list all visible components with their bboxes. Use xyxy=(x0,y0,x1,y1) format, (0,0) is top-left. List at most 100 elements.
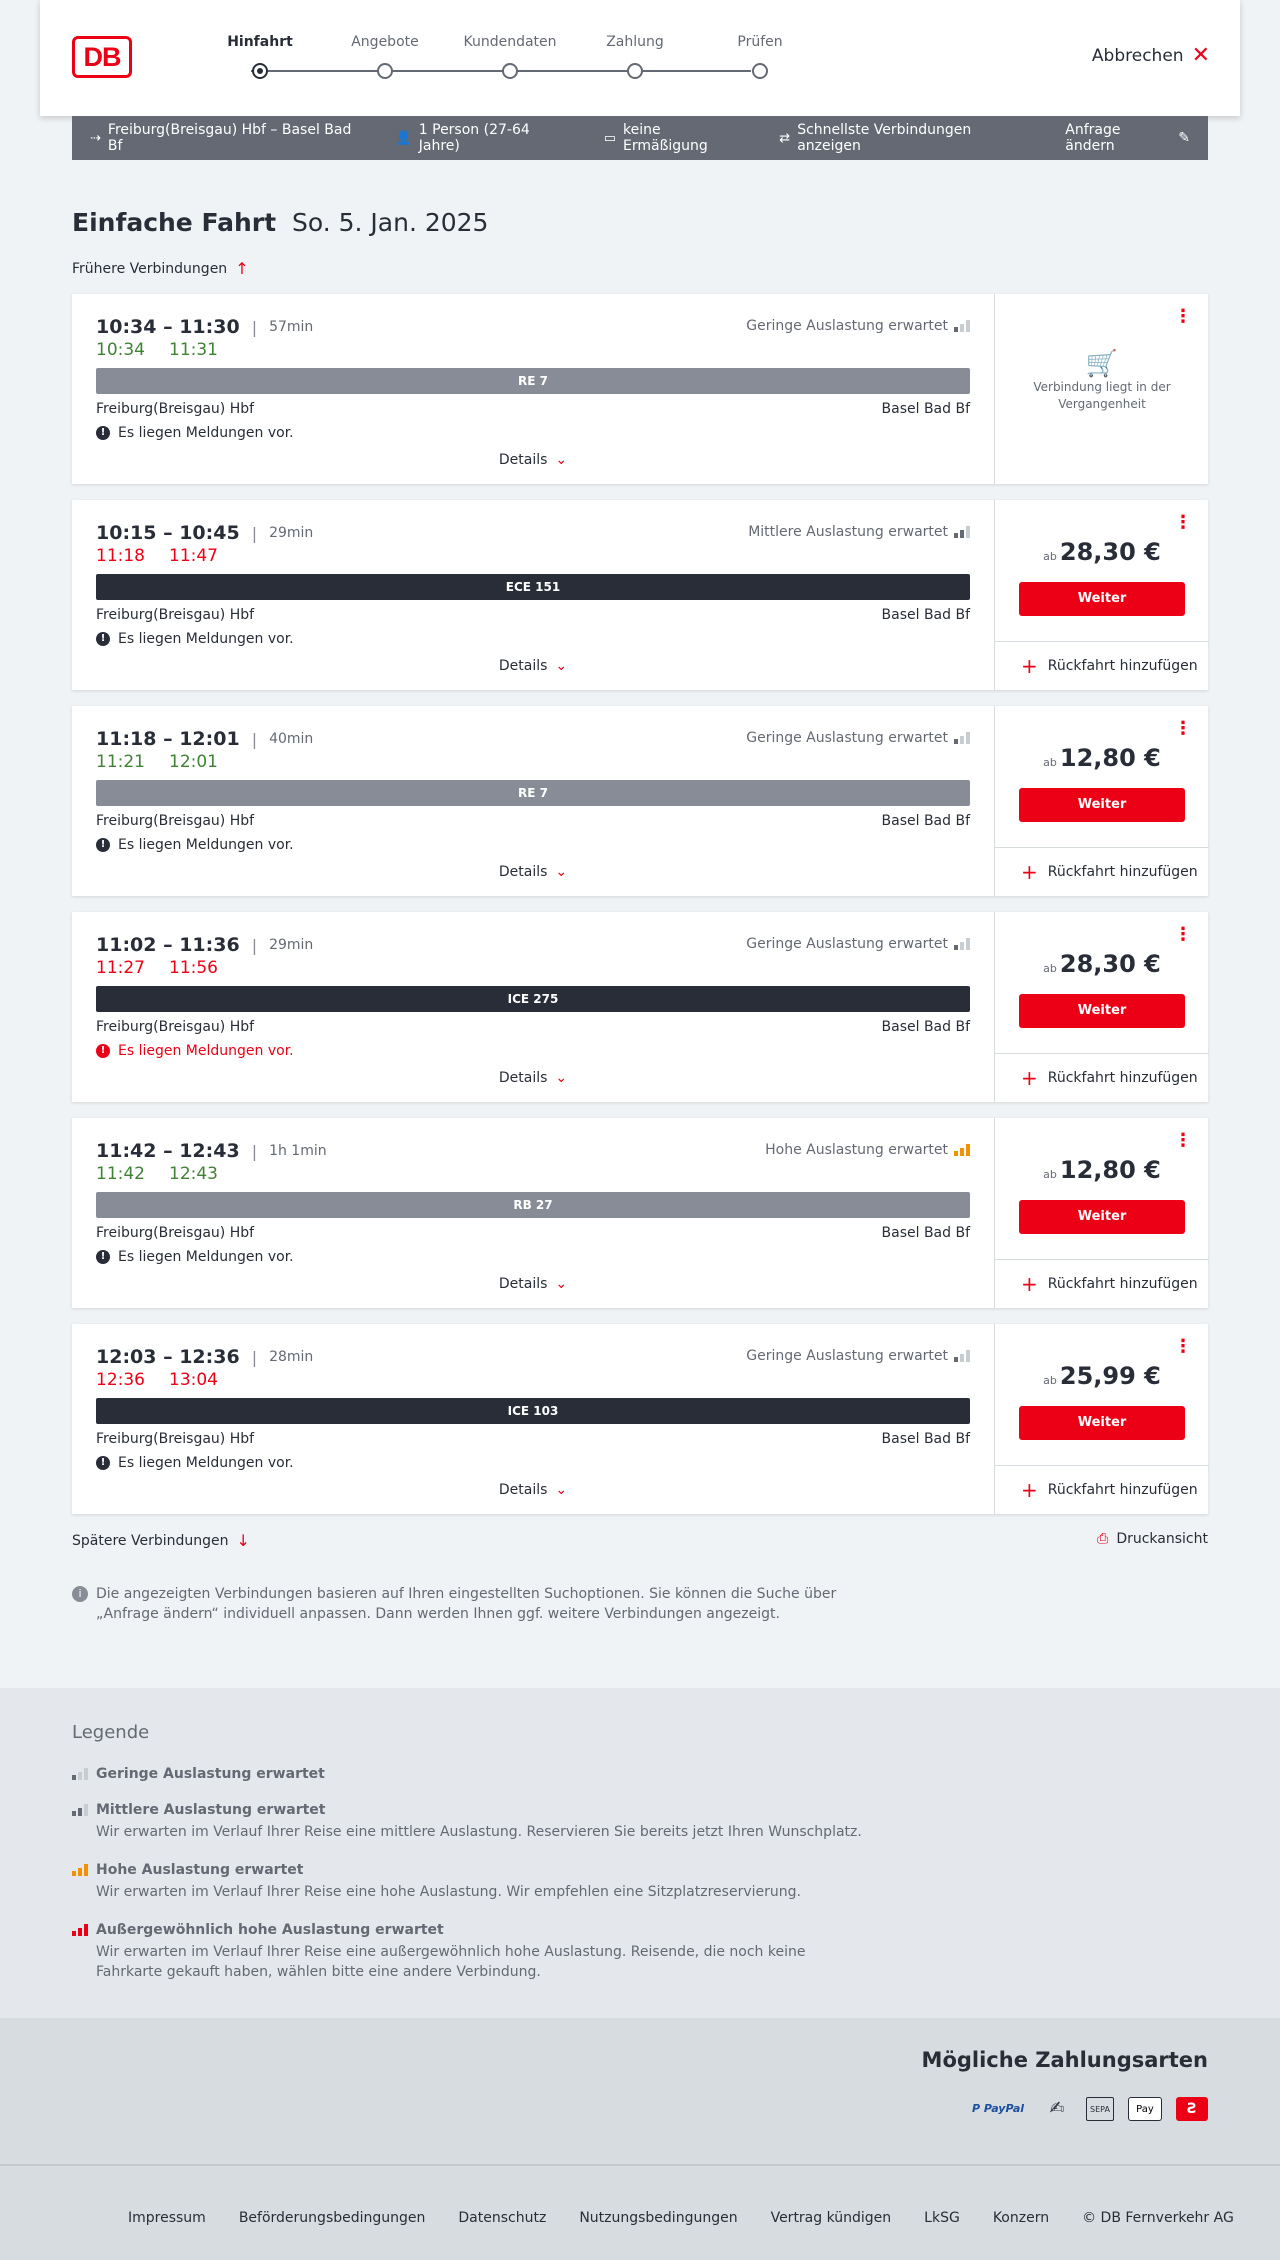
occupancy-info: Mittlere Auslastung erwartet xyxy=(748,524,970,540)
legend-item-desc: Wir erwarten im Verlauf Ihrer Reise eine… xyxy=(96,1824,862,1840)
fastest-label: Schnellste Verbindungen anzeigen xyxy=(797,122,972,154)
train-bar[interactable]: ICE 103 xyxy=(96,1398,970,1424)
footer-link-lksg[interactable]: LkSG xyxy=(924,2210,960,2226)
discount-summary[interactable]: ▭ keine Ermäßigung xyxy=(604,122,746,154)
realtime-arrival: 11:47 xyxy=(169,546,218,566)
connection-card[interactable]: 10:15 – 10:45 | 29min 11:18 11:47 Mittle… xyxy=(72,500,1209,690)
continue-button[interactable]: Weiter xyxy=(1019,1406,1185,1440)
destination-station: Basel Bad Bf xyxy=(881,607,970,623)
add-return-button[interactable]: + Rückfahrt hinzufügen xyxy=(995,1259,1209,1308)
details-toggle[interactable]: Details ⌄ xyxy=(72,452,994,468)
details-toggle[interactable]: Details ⌄ xyxy=(72,1276,994,1292)
details-toggle[interactable]: Details ⌄ xyxy=(72,864,994,880)
disruption-message[interactable]: ! Es liegen Meldungen vor. xyxy=(96,837,294,853)
cancel-button[interactable]: Abbrechen ✕ xyxy=(1092,45,1210,67)
footer-link-impressum[interactable]: Impressum xyxy=(128,2210,206,2226)
realtime-departure: 11:18 xyxy=(96,546,145,566)
more-options-icon[interactable]: ⋮ xyxy=(1174,720,1192,738)
train-bar[interactable]: RB 27 xyxy=(96,1192,970,1218)
details-toggle[interactable]: Details ⌄ xyxy=(72,1070,994,1086)
db-logo[interactable]: DB xyxy=(72,36,132,78)
disruption-message[interactable]: ! Es liegen Meldungen vor. xyxy=(96,1455,294,1471)
connection-card[interactable]: 11:02 – 11:36 | 29min 11:27 11:56 Gering… xyxy=(72,912,1209,1102)
details-label: Details xyxy=(498,1070,548,1086)
step-pruefen[interactable]: Prüfen xyxy=(710,34,810,79)
footer-link-vertrag[interactable]: Vertrag kündigen xyxy=(771,2210,892,2226)
step-hinfahrt[interactable]: Hinfahrt xyxy=(210,34,310,79)
add-return-button[interactable]: + Rückfahrt hinzufügen xyxy=(995,847,1209,896)
payment-methods-section: Mögliche Zahlungsarten P PayPal ✍ SEPA P… xyxy=(0,2018,1280,2164)
train-bar[interactable]: ICE 275 xyxy=(96,986,970,1012)
schedule-times: 11:02 – 11:36 | 29min xyxy=(96,934,313,956)
connection-card[interactable]: 11:18 – 12:01 | 40min 11:21 12:01 Gering… xyxy=(72,706,1209,896)
trip-date: So. 5. Jan. 2025 xyxy=(291,208,489,237)
destination-station: Basel Bad Bf xyxy=(881,1431,970,1447)
alert-icon: ! xyxy=(96,1250,110,1264)
later-connections-link[interactable]: Spätere Verbindungen ↓ xyxy=(72,1531,250,1550)
arrow-up-icon: ↑ xyxy=(235,259,249,278)
step-circle xyxy=(752,63,768,79)
disruption-message[interactable]: ! Es liegen Meldungen vor. xyxy=(96,425,294,441)
occupancy-label: Geringe Auslastung erwartet xyxy=(746,318,948,334)
more-options-icon[interactable]: ⋮ xyxy=(1174,308,1192,326)
more-options-icon[interactable]: ⋮ xyxy=(1174,514,1192,532)
realtime-arrival: 13:04 xyxy=(169,1370,218,1390)
details-toggle[interactable]: Details ⌄ xyxy=(72,658,994,674)
earlier-connections-link[interactable]: Frühere Verbindungen ↑ xyxy=(72,259,249,278)
disruption-message[interactable]: ! Es liegen Meldungen vor. xyxy=(96,1249,294,1265)
step-circle xyxy=(252,63,268,79)
footer-link-nutzung[interactable]: Nutzungsbedingungen xyxy=(579,2210,737,2226)
disruption-message[interactable]: ! Es liegen Meldungen vor. xyxy=(96,631,294,647)
payment-title: Mögliche Zahlungsarten xyxy=(921,2048,1208,2072)
fastest-toggle[interactable]: ⇄ Schnellste Verbindungen anzeigen xyxy=(779,122,1031,154)
person-icon: 👤 xyxy=(395,130,412,146)
message-text: Es liegen Meldungen vor. xyxy=(118,1249,294,1265)
more-options-icon[interactable]: ⋮ xyxy=(1174,926,1192,944)
info-icon: i xyxy=(72,1586,88,1602)
add-return-button[interactable]: + Rückfahrt hinzufügen xyxy=(995,641,1209,690)
realtime-departure: 12:36 xyxy=(96,1370,145,1390)
footer-link-befoerderung[interactable]: Beförderungsbedingungen xyxy=(239,2210,426,2226)
offer-panel: ⋮ ab 12,80 € Weiter + Rückfahrt hinzufüge… xyxy=(994,1118,1209,1308)
load-low-icon xyxy=(72,1768,88,1780)
booking-stepper: Hinfahrt Angebote Kundendaten Zahlung Pr… xyxy=(210,34,810,84)
continue-button[interactable]: Weiter xyxy=(1019,994,1185,1028)
more-options-icon[interactable]: ⋮ xyxy=(1174,1132,1192,1150)
print-view-link[interactable]: ⎙ Druckansicht xyxy=(1097,1531,1208,1547)
details-toggle[interactable]: Details ⌄ xyxy=(72,1482,994,1498)
discount-label: keine Ermäßigung xyxy=(623,122,708,154)
add-return-button[interactable]: + Rückfahrt hinzufügen xyxy=(995,1465,1209,1514)
footer-link-konzern[interactable]: Konzern xyxy=(993,2210,1049,2226)
step-angebote[interactable]: Angebote xyxy=(335,34,435,79)
plus-icon: + xyxy=(1021,1066,1038,1090)
step-kundendaten[interactable]: Kundendaten xyxy=(460,34,560,79)
alert-icon: ! xyxy=(96,426,110,440)
route-summary[interactable]: ⇢ Freiburg(Breisgau) Hbf – Basel Bad Bf xyxy=(90,122,362,154)
db-icon: Ƨ xyxy=(1176,2097,1208,2121)
train-bar[interactable]: RE 7 xyxy=(96,780,970,806)
change-request-button[interactable]: Anfrage ändern ✎ xyxy=(1065,122,1190,154)
disruption-message[interactable]: ! Es liegen Meldungen vor. xyxy=(96,1043,294,1059)
origin-station: Freiburg(Breisgau) Hbf xyxy=(96,401,255,417)
more-options-icon[interactable]: ⋮ xyxy=(1174,1338,1192,1356)
price: ab 25,99 € xyxy=(995,1362,1209,1390)
continue-button[interactable]: Weiter xyxy=(1019,582,1185,616)
continue-button[interactable]: Weiter xyxy=(1019,788,1185,822)
step-zahlung[interactable]: Zahlung xyxy=(585,34,685,79)
occupancy-label: Hohe Auslastung erwartet xyxy=(765,1142,948,1158)
occupancy-label: Mittlere Auslastung erwartet xyxy=(748,524,948,540)
destination-station: Basel Bad Bf xyxy=(881,813,970,829)
footer-link-datenschutz[interactable]: Datenschutz xyxy=(458,2210,546,2226)
passenger-summary[interactable]: 👤 1 Person (27-64 Jahre) xyxy=(396,122,570,154)
connection-card[interactable]: 10:34 – 11:30 | 57min 10:34 11:31 Gering… xyxy=(72,294,1208,484)
train-bar[interactable]: ECE 151 xyxy=(96,574,970,600)
connection-card[interactable]: 12:03 – 12:36 | 28min 12:36 13:04 Gering… xyxy=(72,1324,1209,1514)
train-bar[interactable]: RE 7 xyxy=(96,368,970,394)
duration: 57min xyxy=(269,319,314,335)
schedule-times: 10:15 – 10:45 | 29min xyxy=(96,522,313,544)
add-return-button[interactable]: + Rückfahrt hinzufügen xyxy=(995,1053,1209,1102)
realtime-departure: 11:21 xyxy=(96,752,145,772)
step-circle xyxy=(502,63,518,79)
connection-card[interactable]: 11:42 – 12:43 | 1h 1min 11:42 12:43 Hohe… xyxy=(72,1118,1209,1308)
continue-button[interactable]: Weiter xyxy=(1019,1200,1185,1234)
